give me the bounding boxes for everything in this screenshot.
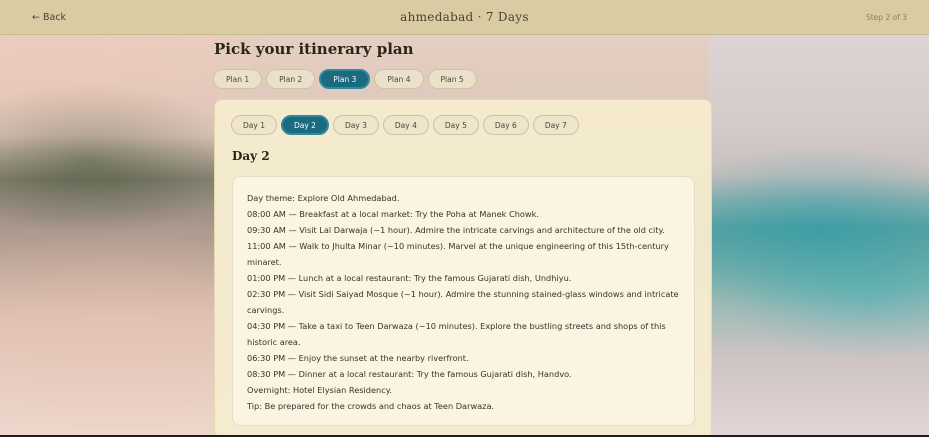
- itinerary-line: 02:30 PM — Visit Sidi Saiyad Mosque (~1 …: [247, 289, 679, 299]
- back-button[interactable]: ← Back: [32, 12, 66, 23]
- tab-day-1[interactable]: Day 1: [231, 115, 277, 135]
- tab-plan-4[interactable]: Plan 4: [374, 69, 424, 89]
- background-right-scene: [709, 35, 929, 437]
- tab-day-5[interactable]: Day 5: [432, 115, 479, 135]
- itinerary-line: 08:30 PM — Dinner at a local restaurant:…: [247, 369, 572, 379]
- itinerary-details: Day theme: Explore Old Ahmedabad. 08:00 …: [232, 176, 695, 426]
- tab-plan-3[interactable]: Plan 3: [319, 69, 371, 89]
- plan-tabs: Plan 1 Plan 2 Plan 3 Plan 4 Plan 5: [213, 69, 477, 89]
- itinerary-line: Day theme: Explore Old Ahmedabad.: [247, 193, 400, 203]
- day-heading: Day 2: [232, 149, 270, 163]
- tab-plan-2[interactable]: Plan 2: [266, 69, 316, 89]
- tab-day-6[interactable]: Day 6: [482, 115, 529, 135]
- itinerary-line: 04:30 PM — Take a taxi to Teen Darwaza (…: [247, 321, 666, 331]
- tab-day-4[interactable]: Day 4: [382, 115, 429, 135]
- top-header: ← Back ahmedabad · 7 Days Step 2 of 3: [0, 0, 929, 35]
- day-tabs: Day 1 Day 2 Day 3 Day 4 Day 5 Day 6 Day …: [231, 115, 579, 135]
- itinerary-line: carvings.: [247, 305, 285, 315]
- trip-title: ahmedabad · 7 Days: [400, 10, 529, 24]
- itinerary-line: historic area.: [247, 337, 301, 347]
- tab-plan-5[interactable]: Plan 5: [427, 69, 477, 89]
- background-left-scene: [0, 35, 215, 437]
- tab-day-3[interactable]: Day 3: [332, 115, 379, 135]
- step-indicator: Step 2 of 3: [865, 12, 907, 22]
- itinerary-line: 11:00 AM — Walk to Jhulta Minar (~10 min…: [247, 241, 669, 251]
- tab-day-2[interactable]: Day 2: [280, 115, 329, 135]
- itinerary-line: 06:30 PM — Enjoy the sunset at the nearb…: [247, 353, 469, 363]
- itinerary-line: Tip: Be prepared for the crowds and chao…: [247, 401, 495, 411]
- itinerary-card: Day 1 Day 2 Day 3 Day 4 Day 5 Day 6 Day …: [214, 99, 712, 437]
- itinerary-line: 09:30 AM — Visit Lal Darwaja (~1 hour). …: [247, 225, 665, 235]
- tab-plan-1[interactable]: Plan 1: [213, 69, 263, 89]
- itinerary-line: Overnight: Hotel Elysian Residency.: [247, 385, 393, 395]
- page-title: Pick your itinerary plan: [214, 40, 414, 58]
- itinerary-line: minaret.: [247, 257, 282, 267]
- tab-day-7[interactable]: Day 7: [532, 115, 579, 135]
- itinerary-line: 08:00 AM — Breakfast at a local market: …: [247, 209, 539, 219]
- itinerary-line: 01:00 PM — Lunch at a local restaurant: …: [247, 273, 572, 283]
